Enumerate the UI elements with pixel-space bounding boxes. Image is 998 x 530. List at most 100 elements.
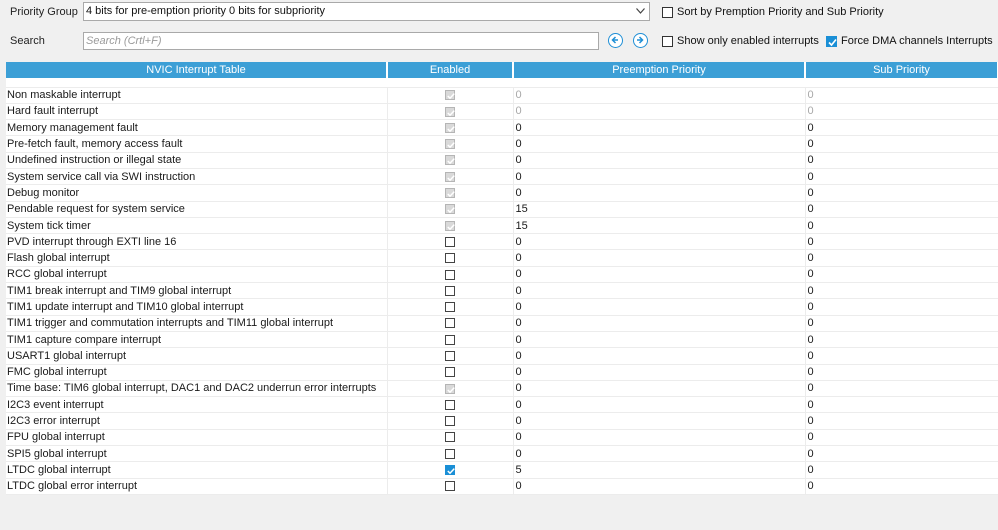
sub-priority-cell[interactable]: 0 <box>805 233 998 251</box>
sub-priority-cell[interactable]: 0 <box>805 347 998 365</box>
table-row[interactable]: Time base: TIM6 global interrupt, DAC1 a… <box>6 380 998 398</box>
preemption-priority-cell[interactable]: 0 <box>513 412 806 430</box>
enabled-checkbox[interactable] <box>445 334 455 345</box>
table-row[interactable]: Flash global interrupt 0 0 <box>6 249 998 267</box>
enabled-checkbox[interactable] <box>445 465 455 476</box>
table-row[interactable]: FMC global interrupt 0 0 <box>6 364 998 381</box>
table-row[interactable]: PVD interrupt through EXTI line 16 0 0 <box>6 233 998 251</box>
preemption-priority-cell[interactable]: 0 <box>513 380 806 398</box>
table-row[interactable]: LTDC global error interrupt 0 0 <box>6 478 998 495</box>
table-row[interactable]: Non maskable interrupt 0 0 <box>6 87 998 104</box>
sub-priority-cell[interactable]: 0 <box>805 396 998 414</box>
preemption-priority-cell[interactable]: 15 <box>513 201 806 218</box>
preemption-priority-cell[interactable]: 0 <box>513 152 806 169</box>
preemption-priority-cell[interactable]: 0 <box>513 266 806 284</box>
preemption-priority-cell[interactable]: 0 <box>513 249 806 267</box>
table-row[interactable]: Hard fault interrupt 0 0 <box>6 103 998 121</box>
table-row[interactable]: TIM1 break interrupt and TIM9 global int… <box>6 282 998 300</box>
table-row[interactable]: SPI5 global interrupt 0 0 <box>6 445 998 463</box>
column-header-sub-priority[interactable]: Sub Priority <box>805 62 998 78</box>
sub-priority-cell: 0 <box>805 87 998 104</box>
sub-priority-cell[interactable]: 0 <box>805 331 998 349</box>
preemption-priority-cell[interactable]: 0 <box>513 478 806 495</box>
table-row[interactable]: RCC global interrupt 0 0 <box>6 266 998 284</box>
column-header-preemption[interactable]: Preemption Priority <box>513 62 806 78</box>
table-row[interactable]: Debug monitor 0 0 <box>6 184 998 202</box>
sub-priority-cell[interactable]: 0 <box>805 119 998 137</box>
enabled-checkbox[interactable] <box>445 350 455 361</box>
table-row[interactable]: FPU global interrupt 0 0 <box>6 429 998 447</box>
interrupt-name: PVD interrupt through EXTI line 16 <box>6 233 388 251</box>
table-row[interactable]: Memory management fault 0 0 <box>6 119 998 137</box>
preemption-priority-cell[interactable]: 0 <box>513 347 806 365</box>
preemption-priority-cell[interactable]: 0 <box>513 396 806 414</box>
sub-priority-cell[interactable]: 0 <box>805 282 998 300</box>
sub-priority-cell[interactable]: 0 <box>805 135 998 153</box>
sub-priority-cell[interactable]: 0 <box>805 298 998 316</box>
priority-group-select[interactable]: 4 bits for pre-emption priority 0 bits f… <box>83 2 650 21</box>
search-previous-button[interactable] <box>608 33 623 48</box>
table-row[interactable]: I2C3 error interrupt 0 0 <box>6 412 998 430</box>
enabled-checkbox[interactable] <box>445 318 455 329</box>
preemption-priority-cell[interactable]: 0 <box>513 364 806 381</box>
sub-priority-cell[interactable]: 0 <box>805 152 998 169</box>
sub-priority-cell[interactable]: 0 <box>805 380 998 398</box>
enabled-checkbox[interactable] <box>445 253 455 264</box>
search-next-button[interactable] <box>633 33 648 48</box>
show-only-enabled-checkbox[interactable] <box>662 36 673 47</box>
sub-priority-cell[interactable]: 0 <box>805 364 998 381</box>
sub-priority-cell[interactable]: 0 <box>805 315 998 332</box>
table-row[interactable]: TIM1 trigger and commutation interrupts … <box>6 315 998 332</box>
table-row[interactable]: TIM1 capture compare interrupt 0 0 <box>6 331 998 349</box>
preemption-priority-cell[interactable]: 0 <box>513 298 806 316</box>
table-row[interactable]: Pendable request for system service 15 0 <box>6 201 998 218</box>
preemption-priority-cell[interactable]: 0 <box>513 282 806 300</box>
enabled-checkbox[interactable] <box>445 236 455 247</box>
table-row[interactable]: Undefined instruction or illegal state 0 0 <box>6 152 998 169</box>
table-row[interactable]: TIM1 update interrupt and TIM10 global i… <box>6 298 998 316</box>
search-field[interactable] <box>83 32 599 50</box>
sort-by-priority-checkbox[interactable] <box>662 7 673 18</box>
table-row[interactable]: System service call via SWI instruction 0… <box>6 168 998 186</box>
table-row[interactable]: Pre-fetch fault, memory access fault 0 0 <box>6 135 998 153</box>
preemption-priority-cell[interactable]: 0 <box>513 135 806 153</box>
column-header-enabled[interactable]: Enabled <box>387 62 514 78</box>
enabled-checkbox[interactable] <box>445 481 455 492</box>
enabled-checkbox[interactable] <box>445 367 455 378</box>
force-dma-checkbox[interactable] <box>826 36 837 47</box>
enabled-checkbox[interactable] <box>445 285 455 296</box>
preemption-priority-cell[interactable]: 0 <box>513 331 806 349</box>
sub-priority-cell[interactable]: 0 <box>805 478 998 495</box>
table-row[interactable]: LTDC global interrupt 5 0 <box>6 461 998 479</box>
sub-priority-cell[interactable]: 0 <box>805 412 998 430</box>
preemption-priority-cell[interactable]: 0 <box>513 119 806 137</box>
sub-priority-cell[interactable]: 0 <box>805 168 998 186</box>
table-row[interactable]: System tick timer 15 0 <box>6 217 998 235</box>
preemption-priority-cell[interactable]: 5 <box>513 461 806 479</box>
sub-priority-cell[interactable]: 0 <box>805 184 998 202</box>
enabled-checkbox[interactable] <box>445 302 455 313</box>
sub-priority-cell[interactable]: 0 <box>805 445 998 463</box>
table-row[interactable]: I2C3 event interrupt 0 0 <box>6 396 998 414</box>
preemption-priority-cell[interactable]: 0 <box>513 233 806 251</box>
sub-priority-cell[interactable]: 0 <box>805 461 998 479</box>
sub-priority-cell[interactable]: 0 <box>805 429 998 447</box>
enabled-checkbox[interactable] <box>445 416 455 427</box>
preemption-priority-cell[interactable]: 0 <box>513 429 806 447</box>
enabled-checkbox[interactable] <box>445 269 455 280</box>
sub-priority-cell[interactable]: 0 <box>805 249 998 267</box>
sub-priority-cell[interactable]: 0 <box>805 217 998 235</box>
enabled-checkbox[interactable] <box>445 432 455 443</box>
table-row[interactable]: USART1 global interrupt 0 0 <box>6 347 998 365</box>
sub-priority-cell[interactable]: 0 <box>805 201 998 218</box>
preemption-priority-cell[interactable]: 15 <box>513 217 806 235</box>
sub-priority-cell[interactable]: 0 <box>805 266 998 284</box>
preemption-priority-cell[interactable]: 0 <box>513 184 806 202</box>
preemption-priority-cell[interactable]: 0 <box>513 168 806 186</box>
search-input[interactable] <box>84 33 598 49</box>
column-header-name[interactable]: NVIC Interrupt Table <box>6 62 388 78</box>
enabled-checkbox[interactable] <box>445 399 455 410</box>
preemption-priority-cell[interactable]: 0 <box>513 315 806 332</box>
enabled-checkbox[interactable] <box>445 448 455 459</box>
preemption-priority-cell[interactable]: 0 <box>513 445 806 463</box>
